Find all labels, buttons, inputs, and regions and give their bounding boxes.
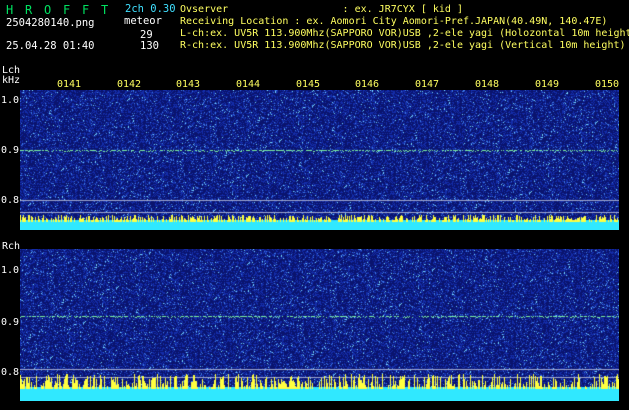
meteor-count-rch: 130 bbox=[140, 40, 159, 52]
rch-ytick-0-8: 0.8 bbox=[1, 367, 20, 378]
logo-letter-f2: F bbox=[82, 3, 90, 17]
time-tick: 0143 bbox=[176, 79, 201, 90]
rch-ytick-1-0: 1.0 bbox=[1, 265, 20, 276]
logo-letter-o: O bbox=[44, 3, 52, 17]
time-tick: 0149 bbox=[535, 79, 560, 90]
filename-label: 2504280140.png bbox=[6, 17, 95, 29]
datetime-label: 25.04.28 01:40 bbox=[6, 40, 95, 52]
meteor-count-lch: 29 bbox=[140, 29, 153, 41]
lch-config-line: L-ch:ex. UV5R 113.900Mhz(SAPPORO VOR)USB… bbox=[180, 28, 629, 39]
rch-config-line: R-ch:ex. UV5R 113.900Mhz(SAPPORO VOR)USB… bbox=[180, 40, 626, 51]
time-tick: 0147 bbox=[415, 79, 440, 90]
lch-ytick-0-8: 0.8 bbox=[1, 195, 20, 206]
rch-spectrogram bbox=[20, 249, 619, 401]
location-line: Receiving Location : ex. Aomori City Aom… bbox=[180, 16, 608, 27]
time-tick: 0145 bbox=[296, 79, 321, 90]
meteor-label: meteor bbox=[124, 15, 162, 27]
time-tick: 0146 bbox=[355, 79, 380, 90]
rch-channel-label: Rch bbox=[2, 241, 21, 252]
logo-letter-f1: F bbox=[63, 3, 71, 17]
time-tick: 0148 bbox=[475, 79, 500, 90]
time-tick: 0142 bbox=[117, 79, 142, 90]
lch-ytick-1-0: 1.0 bbox=[1, 95, 20, 106]
lch-unit-label: kHz bbox=[2, 75, 21, 86]
lch-ytick-0-9: 0.9 bbox=[1, 145, 20, 156]
observer-line: Ovserver : ex. JR7CYX [ kid ] bbox=[180, 4, 463, 15]
time-tick: 0141 bbox=[57, 79, 82, 90]
time-tick: 0144 bbox=[236, 79, 261, 90]
rch-ytick-0-9: 0.9 bbox=[1, 317, 20, 328]
logo-letter-h: H bbox=[6, 3, 14, 17]
logo-letter-t: T bbox=[101, 3, 109, 17]
time-tick: 0150 bbox=[595, 79, 620, 90]
logo-letter-r: R bbox=[25, 3, 33, 17]
version-label: 2ch 0.30 bbox=[125, 3, 176, 15]
lch-spectrogram bbox=[20, 90, 619, 230]
